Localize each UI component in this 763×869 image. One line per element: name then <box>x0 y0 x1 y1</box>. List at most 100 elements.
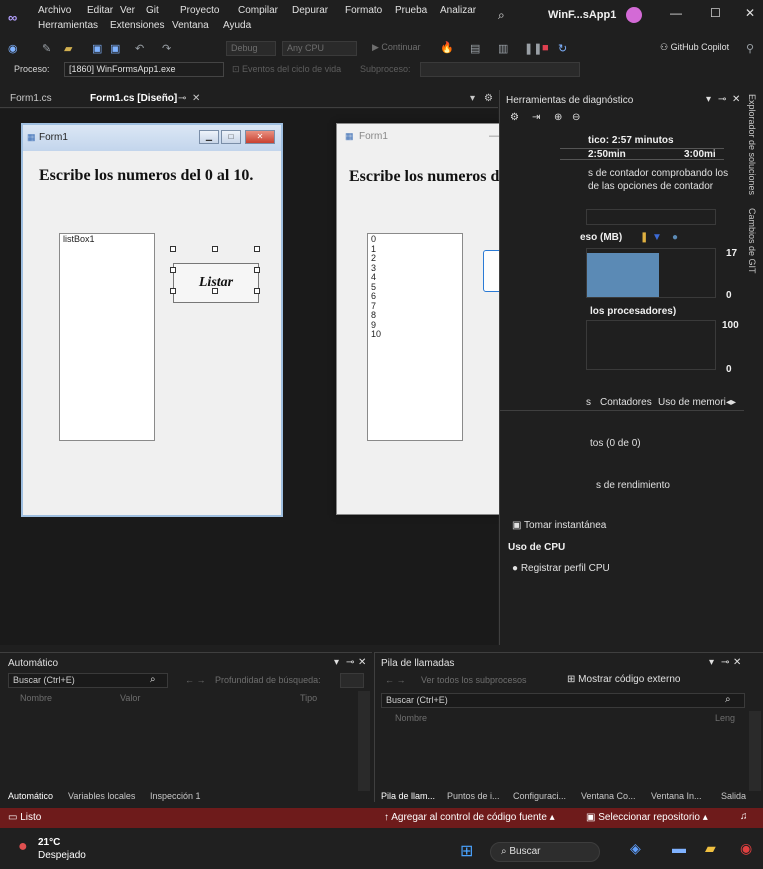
search-icon[interactable]: ⌕ <box>498 8 505 23</box>
windows-start-icon[interactable]: ⊞ <box>460 841 473 861</box>
taskbar-search[interactable]: ⌕ Buscar <box>490 842 600 862</box>
all-threads-button[interactable]: Ver todos los subprocesos <box>421 675 527 685</box>
list-item[interactable]: 5 <box>371 282 459 293</box>
menu-depurar[interactable]: Depurar <box>292 5 328 16</box>
tab-call-stack[interactable]: Pila de llam... <box>381 791 435 801</box>
pause-icon[interactable]: ❚❚ <box>524 42 542 55</box>
tab-scroll-icon[interactable]: ◂▸ <box>726 397 736 408</box>
list-item[interactable]: 7 <box>371 301 459 312</box>
browser-icon[interactable]: ▤ <box>470 42 480 55</box>
close-icon[interactable]: ✕ <box>745 6 755 20</box>
select-repository-button[interactable]: ▣ Seleccionar repositorio ▴ <box>586 812 708 823</box>
pin-icon[interactable]: ⊸ <box>721 657 729 668</box>
tab-inspeccion[interactable]: Inspección 1 <box>150 791 201 801</box>
menu-editar[interactable]: Editar <box>87 5 113 16</box>
autos-search-input[interactable]: Buscar (Ctrl+E) <box>8 673 168 688</box>
designer-form[interactable]: ▦ Form1 ▁ □ ✕ Escribe los numeros del 0 … <box>21 123 283 517</box>
browser-icon[interactable]: ◉ <box>740 840 752 857</box>
list-item[interactable]: 1 <box>371 244 459 255</box>
close-tab-icon[interactable]: ✕ <box>192 93 200 104</box>
thread-select[interactable] <box>420 62 580 77</box>
search-depth-select[interactable] <box>340 673 364 688</box>
timeline-ruler[interactable]: 2:50min 3:00mi <box>560 148 724 160</box>
close-icon[interactable]: ✕ <box>733 657 741 668</box>
dropdown-icon[interactable]: ▾ <box>470 93 475 104</box>
output-icon[interactable]: ▥ <box>498 42 508 55</box>
menu-extensiones[interactable]: Extensiones <box>110 20 164 31</box>
back-icon[interactable]: ◉ <box>8 42 18 55</box>
menu-compilar[interactable]: Compilar <box>238 5 278 16</box>
save-icon[interactable]: ▣ <box>92 42 102 55</box>
menu-git[interactable]: Git <box>146 5 159 16</box>
list-item[interactable]: 4 <box>371 272 459 283</box>
designer-listbox[interactable]: listBox1 <box>59 233 155 441</box>
maximize-icon[interactable]: ☐ <box>710 6 721 20</box>
lifecycle-events-button[interactable]: ⊡ Eventos del ciclo de vida <box>232 64 341 75</box>
tab-solution-explorer[interactable]: Explorador de soluciones <box>747 94 757 195</box>
tab-command-window[interactable]: Ventana Co... <box>581 791 636 801</box>
tab-git-changes[interactable]: Cambios de GIT <box>747 208 757 274</box>
tab-immediate-window[interactable]: Ventana In... <box>651 791 702 801</box>
tab-automatico[interactable]: Automático <box>8 791 53 801</box>
weather-condition[interactable]: Despejado <box>38 850 86 861</box>
menu-ver[interactable]: Ver <box>120 5 135 16</box>
nav-arrows-icon[interactable]: ← → <box>185 675 206 685</box>
menu-herramientas[interactable]: Herramientas <box>38 20 98 31</box>
tab-variables-locales[interactable]: Variables locales <box>68 791 135 801</box>
app-icon[interactable]: ▬ <box>672 840 686 856</box>
resize-handle[interactable] <box>212 288 218 294</box>
tab-summary[interactable]: s <box>586 397 591 408</box>
dropdown-icon[interactable]: ▾ <box>709 657 714 668</box>
zoom-in-icon[interactable]: ⊕ <box>554 112 562 123</box>
list-item[interactable]: 10 <box>371 329 459 340</box>
search-icon[interactable]: ⌕ <box>725 694 731 705</box>
pin-icon[interactable]: ⊸ <box>178 93 186 104</box>
export-icon[interactable]: ⇥ <box>532 112 540 123</box>
running-listbox[interactable]: 0 1 2 3 4 5 6 7 8 9 10 <box>367 233 463 441</box>
tab-memory[interactable]: Uso de memori <box>658 397 726 408</box>
menu-ayuda[interactable]: Ayuda <box>223 20 251 31</box>
tab-form1-design[interactable]: Form1.cs [Diseño] <box>90 93 177 104</box>
dropdown-icon[interactable]: ▾ <box>334 657 339 668</box>
show-external-code-button[interactable]: ⊞ Mostrar código externo <box>567 674 680 685</box>
notifications-icon[interactable]: ♫ <box>740 811 748 822</box>
resize-handle[interactable] <box>170 246 176 252</box>
copilot-app-icon[interactable]: ◈ <box>630 840 641 857</box>
dropdown-icon[interactable]: ▾ <box>706 94 711 105</box>
record-cpu-button[interactable]: ● Registrar perfil CPU <box>512 563 610 574</box>
resize-handle[interactable] <box>254 288 260 294</box>
list-item[interactable]: 9 <box>371 320 459 331</box>
tab-breakpoints[interactable]: Puntos de i... <box>447 791 500 801</box>
settings-icon[interactable]: ⚙ <box>484 93 493 104</box>
new-item-icon[interactable]: ✎ <box>42 42 51 55</box>
menu-proyecto[interactable]: Proyecto <box>180 5 219 16</box>
close-icon[interactable]: ✕ <box>358 657 366 668</box>
copilot-button[interactable]: ⚇ GitHub Copilot <box>660 42 729 53</box>
process-select[interactable]: [1860] WinFormsApp1.exe <box>64 62 224 77</box>
resize-handle[interactable] <box>212 246 218 252</box>
resize-handle[interactable] <box>254 267 260 273</box>
redo-icon[interactable]: ↷ <box>162 42 171 55</box>
weather-temp[interactable]: 21°C <box>38 837 60 848</box>
list-item[interactable]: 2 <box>371 253 459 264</box>
menu-formato[interactable]: Formato <box>345 5 382 16</box>
platform-select[interactable]: Any CPU <box>282 41 357 56</box>
search-icon[interactable]: ⌕ <box>150 674 156 685</box>
list-item[interactable]: 8 <box>371 310 459 321</box>
menu-ventana[interactable]: Ventana <box>172 20 209 31</box>
tab-exception-settings[interactable]: Configuraci... <box>513 791 566 801</box>
menu-archivo[interactable]: Archivo <box>38 5 71 16</box>
list-item[interactable]: 6 <box>371 291 459 302</box>
list-item[interactable]: 0 <box>371 234 459 245</box>
pin-icon[interactable]: ⊸ <box>346 657 354 668</box>
hot-reload-icon[interactable]: 🔥 <box>440 41 454 54</box>
minimize-icon[interactable]: — <box>670 6 682 20</box>
scrollbar[interactable] <box>749 711 761 791</box>
zoom-out-icon[interactable]: ⊖ <box>572 112 580 123</box>
settings-icon[interactable]: ⚙ <box>510 112 519 123</box>
list-item[interactable]: 3 <box>371 263 459 274</box>
close-icon[interactable]: ✕ <box>732 94 740 105</box>
avatar[interactable] <box>626 7 642 23</box>
nav-arrows-icon[interactable]: ← → <box>385 675 406 685</box>
pin-icon[interactable]: ⊸ <box>718 94 726 105</box>
